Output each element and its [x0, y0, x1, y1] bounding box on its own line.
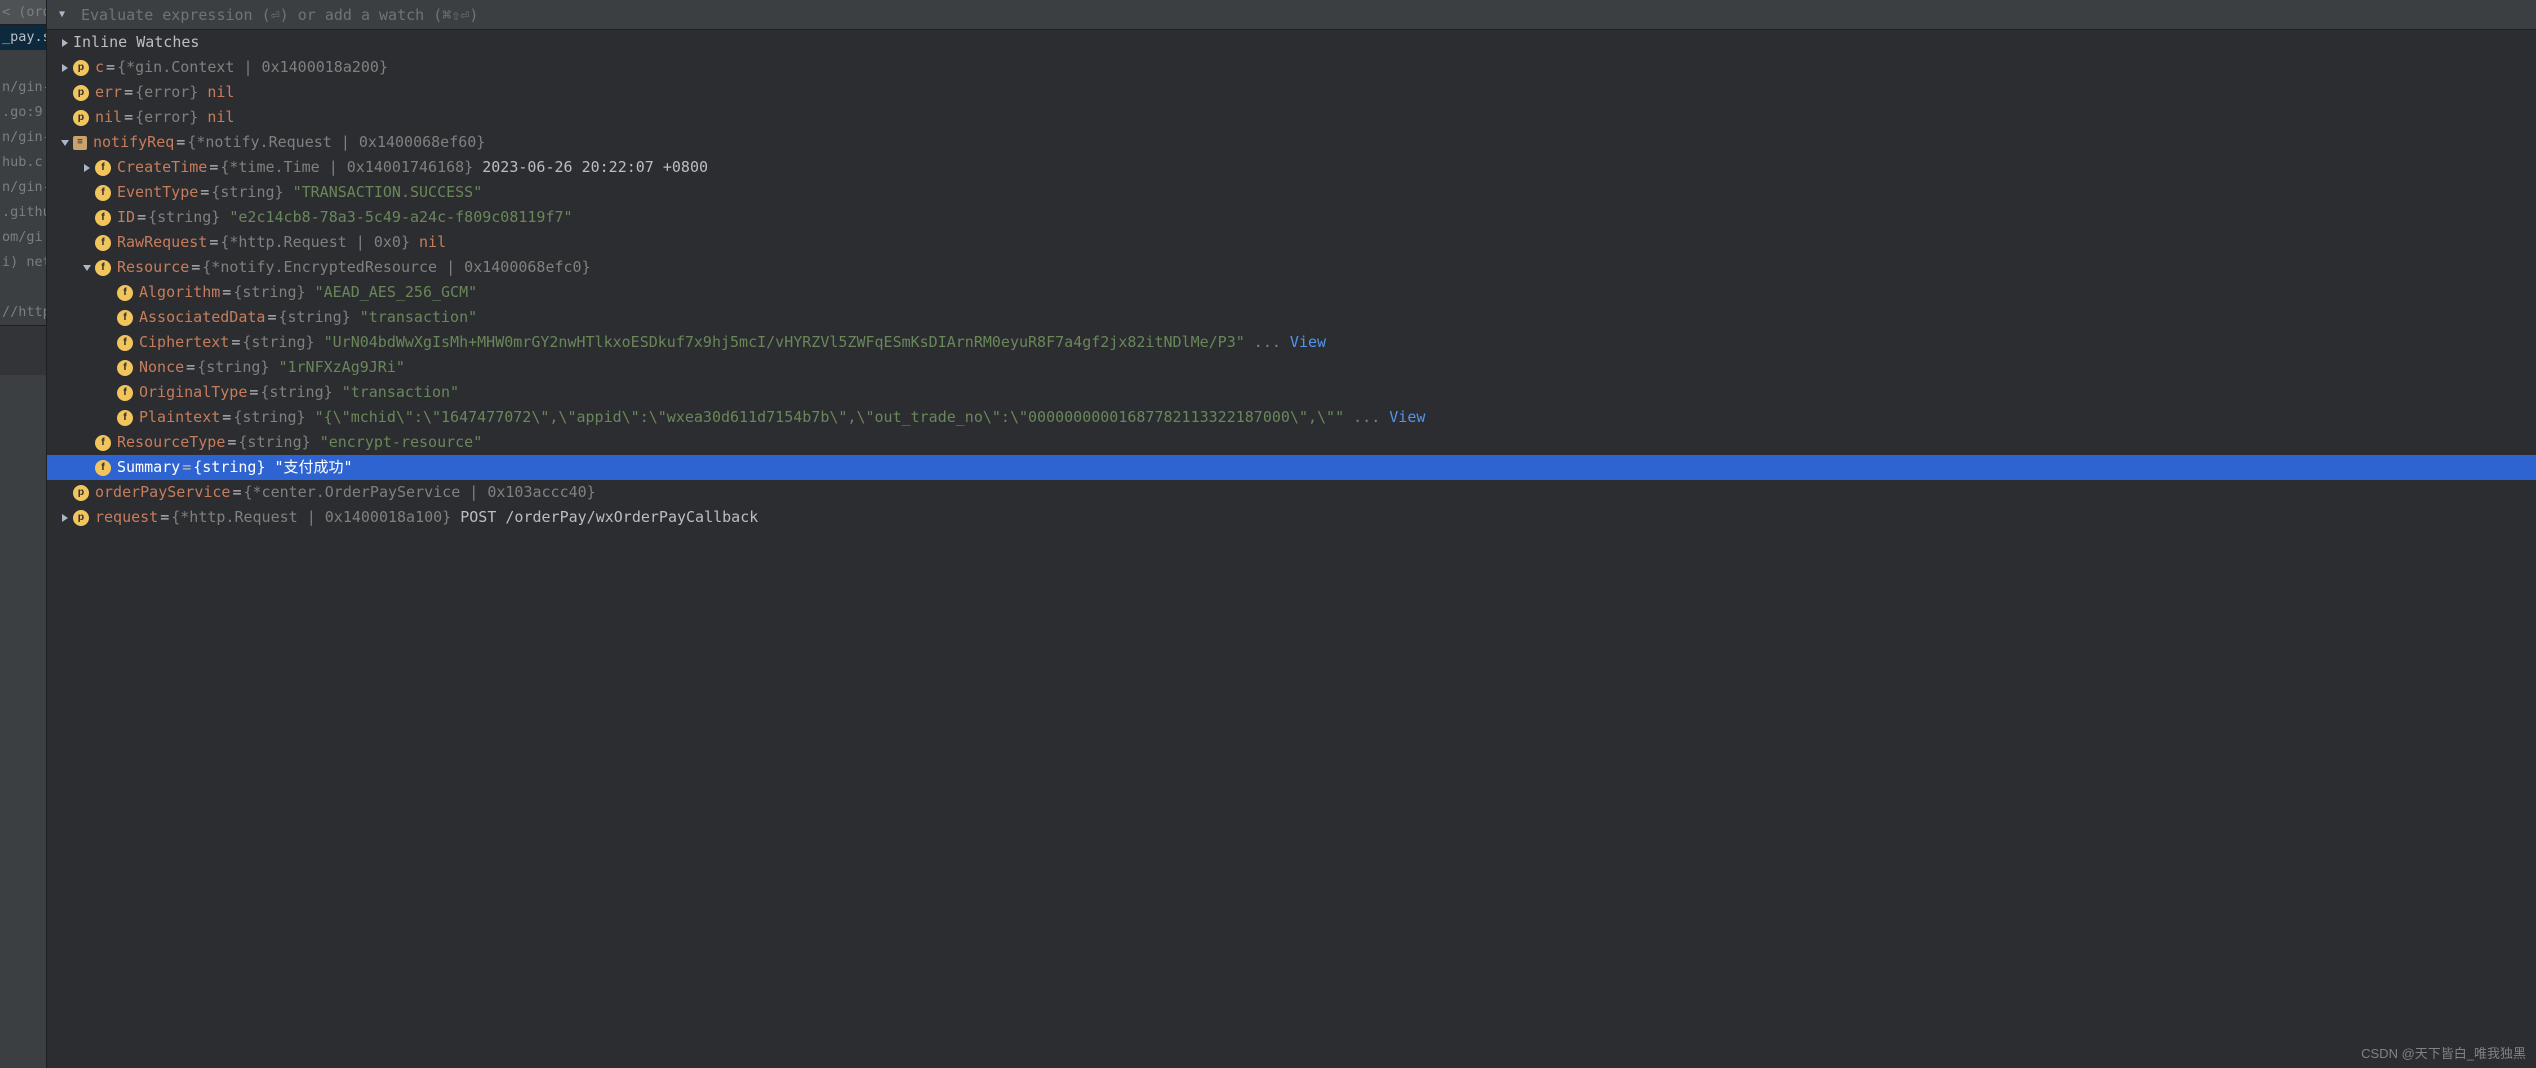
parameter-icon: p: [73, 60, 89, 76]
field-Resource[interactable]: f Resource = {*notify.EncryptedResource …: [47, 255, 2536, 280]
view-link[interactable]: View: [1290, 330, 1326, 355]
sidebar-frame[interactable]: .go:9: [0, 100, 46, 125]
sidebar-frame[interactable]: [0, 275, 46, 300]
variable-request[interactable]: p request = {*http.Request | 0x1400018a1…: [47, 505, 2536, 530]
sidebar-frame[interactable]: _pay.s: [0, 25, 46, 50]
field-icon: f: [95, 460, 111, 476]
field-Summary[interactable]: f Summary = {string} "支付成功": [47, 455, 2536, 480]
field-icon: f: [95, 185, 111, 201]
field-ID[interactable]: f ID = {string} "e2c14cb8-78a3-5c49-a24c…: [47, 205, 2536, 230]
field-EventType[interactable]: f EventType = {string} "TRANSACTION.SUCC…: [47, 180, 2536, 205]
sidebar-frame[interactable]: [0, 325, 46, 350]
field-icon: f: [117, 410, 133, 426]
variable-err[interactable]: p err = {error} nil: [47, 80, 2536, 105]
field-icon: f: [95, 210, 111, 226]
watermark: CSDN @天下皆白_唯我独黑: [2361, 1043, 2526, 1062]
sidebar-frame[interactable]: .githu: [0, 200, 46, 225]
field-icon: f: [117, 285, 133, 301]
parameter-icon: p: [73, 85, 89, 101]
chevron-right-icon[interactable]: [79, 163, 95, 173]
chevron-right-icon[interactable]: [57, 513, 73, 523]
inline-watches-header[interactable]: Inline Watches: [47, 30, 2536, 55]
field-icon: f: [117, 360, 133, 376]
field-RawRequest[interactable]: f RawRequest = {*http.Request | 0x0} nil: [47, 230, 2536, 255]
variable-orderPayService[interactable]: p orderPayService = {*center.OrderPaySer…: [47, 480, 2536, 505]
parameter-icon: p: [73, 485, 89, 501]
sidebar-frame[interactable]: i) net/: [0, 250, 46, 275]
field-Plaintext[interactable]: f Plaintext = {string} "{\"mchid\":\"164…: [47, 405, 2536, 430]
field-CreateTime[interactable]: f CreateTime = {*time.Time | 0x140017461…: [47, 155, 2536, 180]
variable-c[interactable]: p c = {*gin.Context | 0x1400018a200}: [47, 55, 2536, 80]
frames-sidebar[interactable]: < (ord _pay.s n/gin- .go:9 n/gin- hub.c …: [0, 0, 47, 1068]
evaluate-expression-input[interactable]: Evaluate expression (⏎) or add a watch (…: [71, 6, 2536, 24]
field-ResourceType[interactable]: f ResourceType = {string} "encrypt-resou…: [47, 430, 2536, 455]
parameter-icon: p: [73, 110, 89, 126]
sidebar-frame[interactable]: //http: [0, 300, 46, 325]
struct-icon: ≡: [73, 136, 87, 150]
field-AssociatedData[interactable]: f AssociatedData = {string} "transaction…: [47, 305, 2536, 330]
sidebar-frame[interactable]: n/gin-: [0, 175, 46, 200]
variables-tree[interactable]: Inline Watches p c = {*gin.Context | 0x1…: [47, 30, 2536, 1068]
field-icon: f: [95, 160, 111, 176]
sidebar-frame[interactable]: om/gi: [0, 225, 46, 250]
field-icon: f: [95, 235, 111, 251]
field-icon: f: [95, 435, 111, 451]
chevron-right-icon[interactable]: [57, 38, 73, 48]
sidebar-frame[interactable]: [0, 50, 46, 75]
field-Nonce[interactable]: f Nonce = {string} "1rNFXzAg9JRi": [47, 355, 2536, 380]
watch-toolbar: ▼ Evaluate expression (⏎) or add a watch…: [47, 0, 2536, 30]
sidebar-frame[interactable]: [0, 350, 46, 375]
chevron-down-icon[interactable]: [57, 138, 73, 148]
sidebar-tab[interactable]: < (ord: [0, 0, 46, 25]
sidebar-frame[interactable]: n/gin-: [0, 125, 46, 150]
field-icon: f: [117, 335, 133, 351]
field-icon: f: [117, 385, 133, 401]
field-Ciphertext[interactable]: f Ciphertext = {string} "UrN04bdWwXgIsMh…: [47, 330, 2536, 355]
variable-notifyReq[interactable]: ≡ notifyReq = {*notify.Request | 0x14000…: [47, 130, 2536, 155]
dropdown-icon[interactable]: ▼: [53, 9, 71, 20]
view-link[interactable]: View: [1389, 405, 1425, 430]
variable-nil[interactable]: p nil = {error} nil: [47, 105, 2536, 130]
field-OriginalType[interactable]: f OriginalType = {string} "transaction": [47, 380, 2536, 405]
field-Algorithm[interactable]: f Algorithm = {string} "AEAD_AES_256_GCM…: [47, 280, 2536, 305]
field-icon: f: [117, 310, 133, 326]
chevron-down-icon[interactable]: [79, 263, 95, 273]
chevron-right-icon[interactable]: [57, 63, 73, 73]
field-icon: f: [95, 260, 111, 276]
sidebar-frame[interactable]: hub.c: [0, 150, 46, 175]
parameter-icon: p: [73, 510, 89, 526]
sidebar-frame[interactable]: n/gin-: [0, 75, 46, 100]
